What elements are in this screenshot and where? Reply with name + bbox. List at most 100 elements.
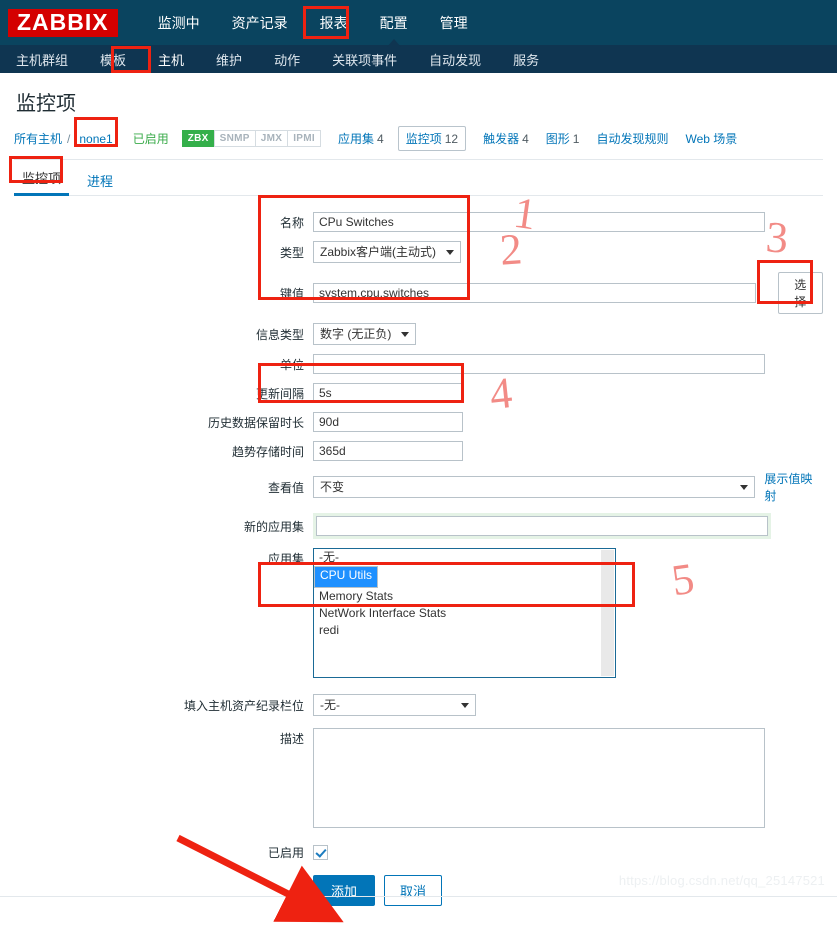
key-input[interactable] bbox=[313, 283, 756, 303]
breadcrumb-all-hosts[interactable]: 所有主机 bbox=[14, 130, 62, 147]
trends-input[interactable] bbox=[313, 441, 463, 461]
label-value-view: 查看值 bbox=[267, 480, 304, 495]
breadcrumb-link-triggers[interactable]: 触发器 4 bbox=[483, 130, 529, 147]
tab-items[interactable]: 监控项 bbox=[14, 166, 70, 196]
tag-jmx[interactable]: JMX bbox=[254, 130, 289, 147]
inventory-field-select[interactable]: -无- bbox=[313, 694, 476, 716]
chevron-down-icon bbox=[401, 332, 410, 337]
form-row-update-interval: 更新间隔 bbox=[14, 383, 823, 403]
subnav-item-maintenance[interactable]: 维护 bbox=[207, 47, 251, 72]
control-type: Zabbix客户端(主动式) bbox=[313, 241, 823, 263]
info-type-select-value: 数字 (无正负) bbox=[320, 327, 392, 341]
info-type-select[interactable]: 数字 (无正负) bbox=[313, 323, 417, 345]
page-content: 监控项 所有主机 / none1 已启用 ZBX SNMP JMX IPMI 应… bbox=[0, 87, 837, 906]
subnav-item-discovery[interactable]: 自动发现 bbox=[420, 47, 490, 72]
tag-ipmi[interactable]: IPMI bbox=[287, 130, 321, 147]
form-row-value-view: 查看值 不变 展示值映射 bbox=[14, 470, 823, 504]
control-value-view: 不变 展示值映射 bbox=[313, 470, 823, 504]
tag-zbx[interactable]: ZBX bbox=[181, 130, 215, 147]
sub-navigation-bar: 主机群组 模板 主机 维护 动作 关联项事件 自动发现 服务 bbox=[0, 45, 837, 73]
topnav-item-configuration[interactable]: 配置 bbox=[370, 9, 418, 47]
breadcrumb-link-web-scenarios[interactable]: Web 场景 bbox=[685, 130, 737, 147]
breadcrumb-separator: / bbox=[67, 131, 71, 146]
tag-snmp[interactable]: SNMP bbox=[213, 130, 256, 147]
page-title: 监控项 bbox=[16, 93, 76, 115]
value-view-select-value: 不变 bbox=[320, 480, 345, 494]
value-mapping-link[interactable]: 展示值映射 bbox=[764, 470, 823, 504]
list-item[interactable]: Memory Stats bbox=[314, 588, 615, 605]
subnav-item-services[interactable]: 服务 bbox=[504, 47, 548, 72]
subnav-item-correlation[interactable]: 关联项事件 bbox=[323, 47, 406, 72]
breadcrumb-link-applications[interactable]: 应用集 4 bbox=[338, 130, 384, 147]
history-input[interactable] bbox=[313, 412, 463, 432]
form-row-name: 名称 bbox=[14, 212, 823, 232]
breadcrumb-link-triggers-label: 触发器 bbox=[483, 132, 520, 146]
breadcrumb-host-name[interactable]: none1 bbox=[75, 130, 116, 148]
zabbix-logo[interactable]: ZABBIX bbox=[8, 8, 118, 37]
tab-preprocessing[interactable]: 进程 bbox=[79, 169, 121, 196]
enabled-checkbox[interactable] bbox=[313, 845, 328, 860]
inventory-field-select-value: -无- bbox=[320, 698, 340, 712]
control-enabled bbox=[313, 845, 823, 860]
control-key: 选择 bbox=[313, 272, 823, 314]
top-header-bar: ZABBIX 监测中 资产记录 报表 配置 管理 bbox=[0, 0, 837, 47]
breadcrumb-link-applications-label: 应用集 bbox=[337, 132, 374, 146]
list-item[interactable]: NetWork Interface Stats bbox=[314, 605, 615, 622]
form-row-key: 键值 选择 bbox=[14, 272, 823, 314]
name-input[interactable] bbox=[313, 212, 765, 232]
breadcrumb-link-discovery-rules[interactable]: 自动发现规则 bbox=[596, 130, 668, 147]
topnav-item-reports[interactable]: 报表 bbox=[310, 9, 358, 37]
label-inventory-field: 填入主机资产纪录栏位 bbox=[183, 698, 304, 713]
applications-listbox-scrollbar[interactable] bbox=[601, 550, 614, 676]
breadcrumb-link-items[interactable]: 监控项 12 bbox=[397, 126, 467, 151]
host-status-badge[interactable]: 已启用 bbox=[133, 130, 169, 147]
topnav-item-administration[interactable]: 管理 bbox=[430, 9, 478, 37]
breadcrumb-link-graphs-count: 1 bbox=[572, 132, 580, 146]
label-type: 类型 bbox=[279, 245, 304, 260]
label-info-type: 信息类型 bbox=[255, 327, 304, 342]
form-row-enabled: 已启用 bbox=[14, 844, 823, 861]
control-description bbox=[313, 728, 823, 828]
chevron-down-icon bbox=[446, 250, 455, 255]
label-history: 历史数据保留时长 bbox=[207, 415, 304, 430]
subnav-item-host-groups[interactable]: 主机群组 bbox=[7, 47, 77, 72]
topnav-item-inventory[interactable]: 资产记录 bbox=[222, 9, 298, 37]
breadcrumb-link-graphs[interactable]: 图形 1 bbox=[546, 130, 580, 147]
chevron-down-icon bbox=[740, 485, 749, 490]
breadcrumb-link-triggers-count: 4 bbox=[522, 132, 529, 146]
tab-bar-underline bbox=[14, 195, 823, 196]
control-inventory-field: -无- bbox=[313, 694, 823, 716]
key-select-button[interactable]: 选择 bbox=[777, 272, 823, 314]
label-update-interval: 更新间隔 bbox=[255, 386, 304, 401]
list-item[interactable]: redi bbox=[314, 622, 615, 639]
value-view-select[interactable]: 不变 bbox=[313, 476, 756, 498]
subnav-item-hosts[interactable]: 主机 bbox=[149, 47, 193, 72]
label-key: 键值 bbox=[279, 286, 304, 301]
form-row-type: 类型 Zabbix客户端(主动式) bbox=[14, 241, 823, 263]
list-item[interactable]: CPU Utils bbox=[314, 566, 379, 588]
new-application-input[interactable] bbox=[316, 516, 768, 536]
units-input[interactable] bbox=[313, 354, 765, 374]
topnav-item-monitoring[interactable]: 监测中 bbox=[148, 9, 210, 37]
description-textarea[interactable] bbox=[313, 728, 765, 828]
subnav-item-actions[interactable]: 动作 bbox=[265, 47, 309, 72]
label-name: 名称 bbox=[279, 215, 304, 230]
applications-listbox[interactable]: -无- CPU Utils Memory Stats NetWork Inter… bbox=[313, 548, 616, 678]
add-button[interactable]: 添加 bbox=[313, 875, 376, 906]
control-name bbox=[313, 212, 823, 232]
cancel-button[interactable]: 取消 bbox=[384, 875, 443, 906]
item-form: 名称 类型 Zabbix客户端(主动式) 键值 选择 信息类型 bbox=[14, 212, 823, 906]
form-row-info-type: 信息类型 数字 (无正负) bbox=[14, 323, 823, 345]
control-units bbox=[313, 354, 823, 374]
top-navigation: 监测中 资产记录 报表 配置 管理 bbox=[142, 9, 484, 47]
type-select-value: Zabbix客户端(主动式) bbox=[320, 245, 437, 259]
list-item[interactable]: -无- bbox=[314, 549, 615, 566]
update-interval-input[interactable] bbox=[313, 383, 463, 403]
form-row-description: 描述 bbox=[14, 728, 823, 828]
subnav-item-templates[interactable]: 模板 bbox=[91, 47, 135, 72]
control-update-interval bbox=[313, 383, 823, 403]
type-select[interactable]: Zabbix客户端(主动式) bbox=[313, 241, 462, 263]
topnav-configuration-label: 配置 bbox=[379, 14, 408, 31]
form-row-history: 历史数据保留时长 bbox=[14, 412, 823, 432]
form-row-units: 单位 bbox=[14, 354, 823, 374]
